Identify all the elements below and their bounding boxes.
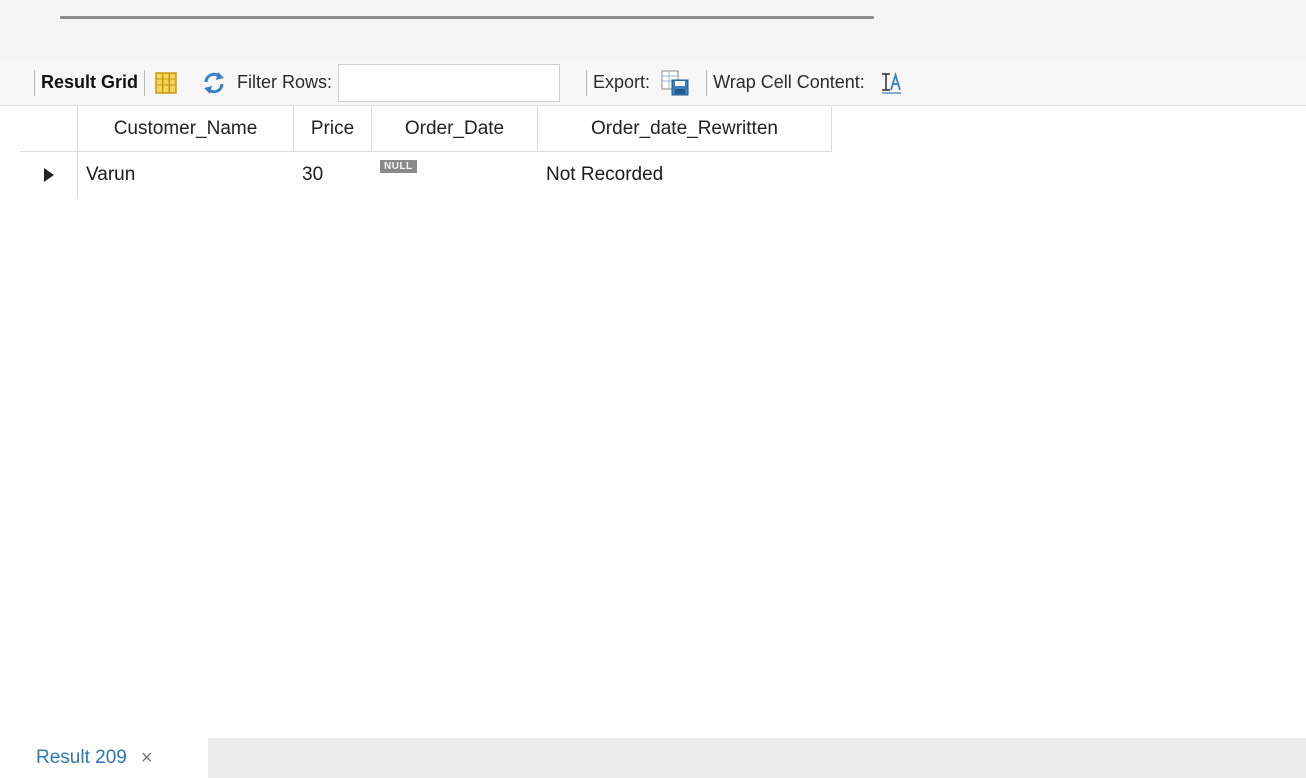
tab-result-209[interactable]: Result 209 × — [0, 738, 208, 778]
query-editor-strip — [0, 0, 1306, 60]
null-badge: NULL — [380, 159, 417, 173]
cell-price[interactable]: 30 — [294, 152, 372, 198]
result-grid-button[interactable]: Result Grid — [41, 72, 138, 93]
refresh-icon[interactable] — [199, 68, 229, 98]
toolbar-separator — [34, 69, 35, 96]
wrap-cell-content-label: Wrap Cell Content: — [713, 72, 865, 92]
current-row-arrow-icon — [20, 152, 78, 198]
cell-order-date-rewritten[interactable]: Not Recorded — [538, 152, 832, 198]
toolbar-separator — [586, 69, 588, 96]
export-label: Export: — [593, 72, 651, 92]
cell-order-date[interactable]: NULL — [372, 152, 538, 198]
close-icon[interactable]: × — [141, 747, 153, 770]
table-row[interactable]: Varun 30 NULL Not Recorded — [20, 152, 1306, 198]
row-indicator-header — [20, 106, 78, 152]
cell-customer-name[interactable]: Varun — [78, 152, 294, 198]
wrap-text-icon[interactable] — [877, 68, 907, 98]
horizontal-scrollbar[interactable] — [60, 16, 874, 19]
toolbar-separator — [144, 69, 146, 96]
result-tab-bar: Result 209 × — [0, 738, 1306, 778]
filter-rows-input[interactable] — [338, 63, 561, 102]
column-header-order-date-rewritten[interactable]: Order_date_Rewritten — [538, 106, 832, 152]
result-toolbar: Result Grid Filter Rows: Export: Wrap Ce… — [0, 60, 1306, 106]
filter-rows-label: Filter Rows: — [237, 72, 333, 92]
toolbar-separator — [706, 69, 708, 96]
result-panel: Result Grid Filter Rows: Export: Wrap Ce… — [0, 0, 1306, 778]
column-header-price[interactable]: Price — [294, 106, 372, 152]
grid-header-row: Customer_Name Price Order_Date Order_dat… — [20, 106, 1306, 152]
result-grid: Customer_Name Price Order_Date Order_dat… — [20, 106, 1306, 198]
column-header-order-date[interactable]: Order_Date — [372, 106, 538, 152]
result-tab-label: Result 209 — [36, 747, 127, 768]
export-icon[interactable] — [660, 68, 690, 98]
grid-columns-icon[interactable] — [151, 68, 181, 98]
column-header-customer-name[interactable]: Customer_Name — [78, 106, 294, 152]
